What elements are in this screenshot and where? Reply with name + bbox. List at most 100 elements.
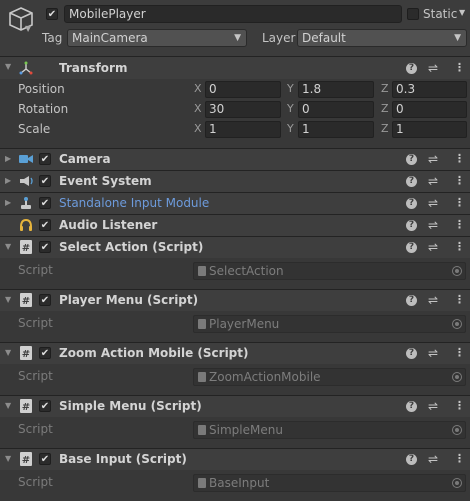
help-icon[interactable]: ? (406, 154, 417, 165)
gameobject-cube-icon[interactable] (6, 4, 36, 34)
kebab-menu-icon[interactable]: ⋮ (454, 346, 465, 359)
foldout-expanded-icon[interactable]: ▼ (5, 62, 11, 71)
position-z-field[interactable]: 0.3 (392, 81, 467, 98)
help-icon[interactable]: ? (406, 220, 417, 231)
component-header-transform[interactable]: ▼ Transform ? ⇌ ⋮ (0, 56, 470, 79)
kebab-menu-icon[interactable]: ⋮ (454, 240, 465, 253)
audio-listener-icon (20, 218, 32, 231)
component-enabled-checkbox[interactable] (39, 400, 51, 412)
object-picker-icon[interactable] (452, 266, 462, 276)
component-enabled-checkbox[interactable] (39, 219, 51, 231)
foldout-expanded-icon[interactable]: ▼ (5, 295, 11, 304)
component-enabled-checkbox[interactable] (39, 175, 51, 187)
component-header-player-menu[interactable]: ▼ # Player Menu (Script) ? ⇌ ⋮ (0, 289, 470, 311)
axis-y-label[interactable]: Y (287, 82, 294, 95)
axis-y-label[interactable]: Y (287, 122, 294, 135)
presets-icon[interactable]: ⇌ (428, 346, 438, 360)
component-title-link[interactable]: Standalone Input Module (59, 196, 209, 210)
foldout-expanded-icon[interactable]: ▼ (5, 348, 11, 357)
presets-icon[interactable]: ⇌ (428, 399, 438, 413)
chevron-down-icon[interactable]: ▼ (25, 24, 31, 33)
component-enabled-checkbox[interactable] (39, 241, 51, 253)
foldout-collapsed-icon[interactable]: ▶ (5, 176, 11, 185)
presets-icon[interactable]: ⇌ (428, 218, 438, 232)
layer-dropdown[interactable]: Default ▼ (297, 29, 467, 47)
component-header-zoom-action-mobile[interactable]: ▼ # Zoom Action Mobile (Script) ? ⇌ ⋮ (0, 342, 470, 364)
position-x-field[interactable]: 0 (205, 81, 281, 98)
kebab-menu-icon[interactable]: ⋮ (454, 152, 465, 165)
foldout-expanded-icon[interactable]: ▼ (5, 454, 11, 463)
presets-icon[interactable]: ⇌ (428, 152, 438, 166)
help-icon[interactable]: ? (406, 198, 417, 209)
scale-y-field[interactable]: 1 (298, 121, 374, 138)
help-icon[interactable]: ? (406, 242, 417, 253)
help-icon[interactable]: ? (406, 63, 417, 74)
axis-x-label[interactable]: X (194, 82, 202, 95)
component-header-camera[interactable]: ▶ Camera ? ⇌ ⋮ (0, 148, 470, 170)
foldout-collapsed-icon[interactable]: ▶ (5, 198, 11, 207)
active-checkbox[interactable] (46, 8, 58, 20)
object-picker-icon[interactable] (452, 478, 462, 488)
static-checkbox[interactable] (407, 8, 419, 20)
position-y-field[interactable]: 1.8 (298, 81, 374, 98)
help-icon[interactable]: ? (406, 295, 417, 306)
component-header-standalone-input-module[interactable]: ▶ Standalone Input Module ? ⇌ ⋮ (0, 192, 470, 214)
kebab-menu-icon[interactable]: ⋮ (454, 61, 465, 74)
axis-x-label[interactable]: X (194, 122, 202, 135)
presets-icon[interactable]: ⇌ (428, 174, 438, 188)
axis-y-label[interactable]: Y (287, 102, 294, 115)
help-icon[interactable]: ? (406, 348, 417, 359)
foldout-expanded-icon[interactable]: ▼ (5, 242, 11, 251)
component-header-select-action[interactable]: ▼ # Select Action (Script) ? ⇌ ⋮ (0, 236, 470, 258)
presets-icon[interactable]: ⇌ (428, 240, 438, 254)
presets-icon[interactable]: ⇌ (428, 61, 438, 75)
component-header-base-input[interactable]: ▼ # Base Input (Script) ? ⇌ ⋮ (0, 448, 470, 470)
scale-z-field[interactable]: 1 (392, 121, 467, 138)
kebab-menu-icon[interactable]: ⋮ (454, 452, 465, 465)
tag-dropdown[interactable]: MainCamera ▼ (67, 29, 247, 47)
script-field-row: Script SimpleMenu (0, 420, 470, 440)
component-header-event-system[interactable]: ▶ Event System ? ⇌ ⋮ (0, 170, 470, 192)
component-enabled-checkbox[interactable] (39, 347, 51, 359)
axis-z-label[interactable]: Z (381, 122, 389, 135)
component-header-simple-menu[interactable]: ▼ # Simple Menu (Script) ? ⇌ ⋮ (0, 395, 470, 417)
axis-x-label[interactable]: X (194, 102, 202, 115)
foldout-collapsed-icon[interactable]: ▶ (5, 154, 11, 163)
kebab-menu-icon[interactable]: ⋮ (454, 218, 465, 231)
transform-row-rotation: Rotation X 30 Y 0 Z 0 (0, 100, 470, 120)
help-icon[interactable]: ? (406, 401, 417, 412)
component-enabled-checkbox[interactable] (39, 197, 51, 209)
presets-icon[interactable]: ⇌ (428, 452, 438, 466)
kebab-menu-icon[interactable]: ⋮ (454, 196, 465, 209)
rotation-x-field[interactable]: 30 (205, 101, 281, 118)
script-object-field: SimpleMenu (193, 421, 466, 439)
help-icon[interactable]: ? (406, 176, 417, 187)
kebab-menu-icon[interactable]: ⋮ (454, 293, 465, 306)
presets-icon[interactable]: ⇌ (428, 196, 438, 210)
object-picker-icon[interactable] (452, 425, 462, 435)
component-tools: ? ⇌ ⋮ (406, 240, 466, 256)
script-icon: # (20, 240, 32, 254)
axis-z-label[interactable]: Z (381, 102, 389, 115)
component-header-audio-listener[interactable]: Audio Listener ? ⇌ ⋮ (0, 214, 470, 236)
static-dropdown-icon[interactable]: ▼ (459, 8, 465, 17)
script-label: Script (18, 369, 53, 383)
kebab-menu-icon[interactable]: ⋮ (454, 174, 465, 187)
component-enabled-checkbox[interactable] (39, 453, 51, 465)
kebab-menu-icon[interactable]: ⋮ (454, 399, 465, 412)
axis-z-label[interactable]: Z (381, 82, 389, 95)
component-tools: ? ⇌ ⋮ (406, 346, 466, 362)
component-enabled-checkbox[interactable] (39, 294, 51, 306)
layer-value: Default (302, 31, 346, 45)
script-object-field: BaseInput (193, 474, 466, 492)
scale-x-field[interactable]: 1 (205, 121, 281, 138)
object-picker-icon[interactable] (452, 319, 462, 329)
rotation-y-field[interactable]: 0 (298, 101, 374, 118)
object-name-field[interactable]: MobilePlayer (64, 5, 402, 23)
presets-icon[interactable]: ⇌ (428, 293, 438, 307)
component-enabled-checkbox[interactable] (39, 153, 51, 165)
rotation-z-field[interactable]: 0 (392, 101, 467, 118)
foldout-expanded-icon[interactable]: ▼ (5, 401, 11, 410)
help-icon[interactable]: ? (406, 454, 417, 465)
object-picker-icon[interactable] (452, 372, 462, 382)
